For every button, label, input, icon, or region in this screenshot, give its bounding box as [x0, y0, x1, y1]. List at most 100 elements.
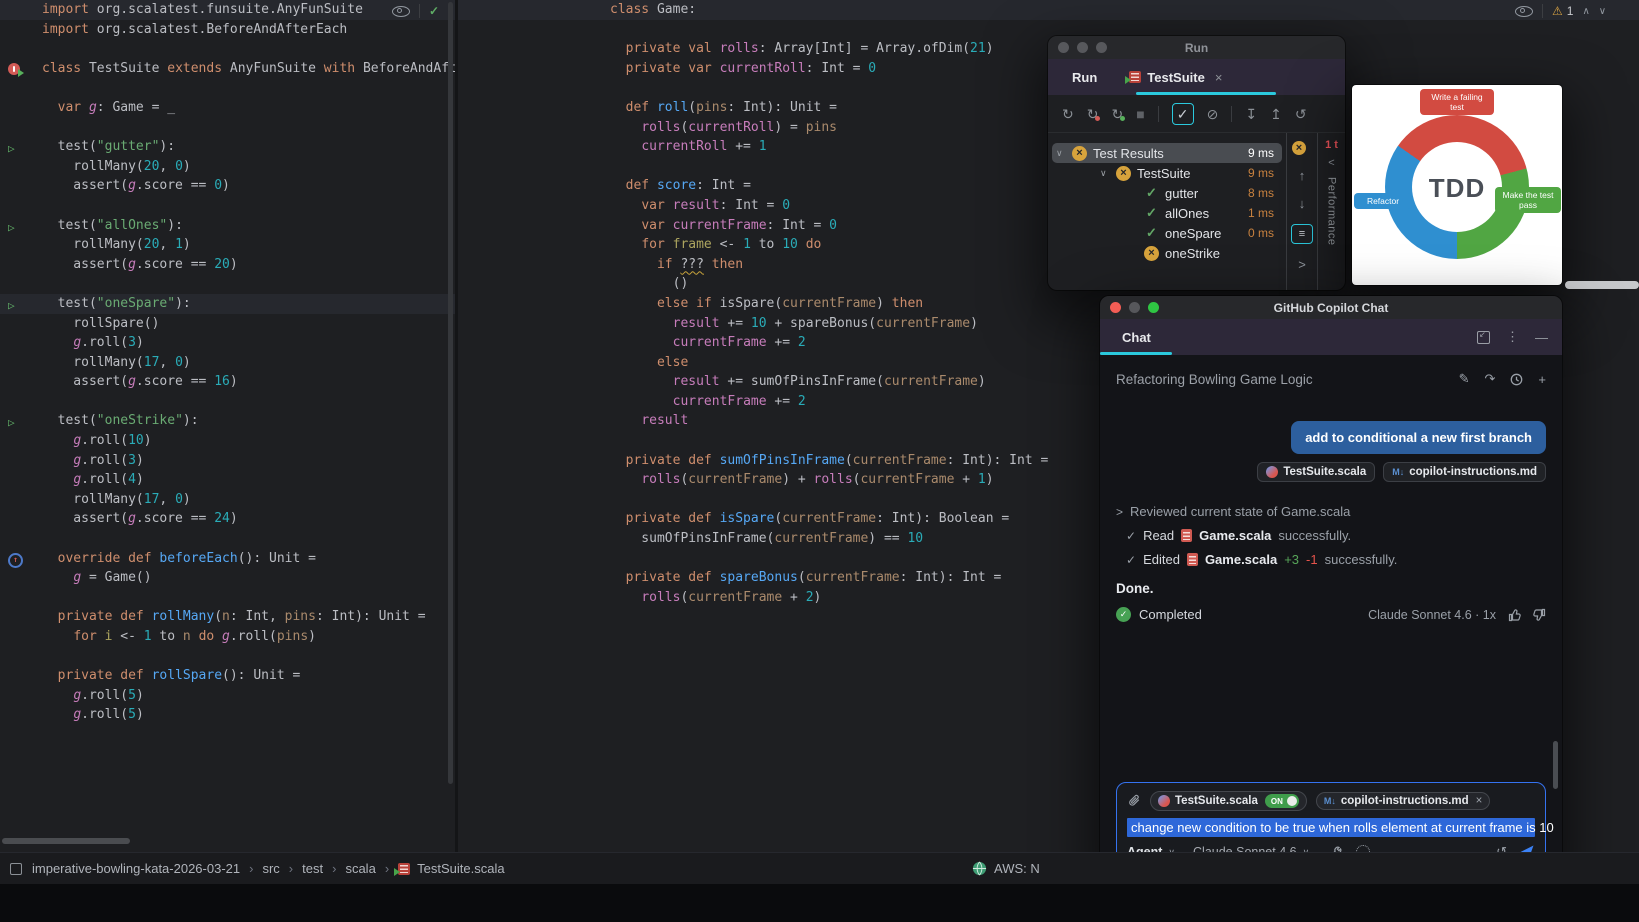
run-window-titlebar[interactable]: Run [1048, 36, 1345, 59]
show-ignored-toggle[interactable]: ⊘ [1207, 107, 1219, 121]
test-tree-row[interactable]: ✓ oneSpare 0 ms [1052, 223, 1282, 243]
next-failed-test-button[interactable]: ↓ [1299, 196, 1306, 211]
editor-testsuite[interactable]: import org.scalatest.funsuite.AnyFunSuit… [0, 0, 455, 852]
import-results-button[interactable]: ↥ [1270, 107, 1282, 121]
history-icon[interactable] [1510, 373, 1523, 386]
test-tree-row[interactable]: × oneStrike [1052, 243, 1282, 263]
close-tab-icon[interactable]: × [1215, 70, 1223, 85]
breadcrumb-test[interactable]: test [302, 861, 323, 876]
thumbs-down-icon[interactable] [1532, 608, 1546, 622]
copilot-icon [1158, 795, 1170, 807]
breadcrumb-scala[interactable]: scala [345, 861, 375, 876]
globe-icon[interactable] [972, 861, 987, 876]
edit-thread-icon[interactable]: ✎ [1459, 371, 1470, 387]
code-line: rollMany(20, 1) [42, 237, 191, 253]
step-reviewed[interactable]: > Reviewed current state of Game.scala [1116, 504, 1546, 519]
collapse-icon[interactable]: < [1328, 157, 1334, 169]
chat-scrollbar[interactable] [1553, 741, 1558, 789]
step-file[interactable]: Game.scala [1199, 528, 1271, 543]
toggle-auto-test-button[interactable]: ↻ [1111, 107, 1125, 121]
aws-status-label[interactable]: AWS: N [994, 861, 1040, 876]
zoom-window-button[interactable] [1096, 42, 1107, 53]
test-tree-row[interactable]: ✓ gutter 8 ms [1052, 183, 1282, 203]
failed-count-badge: 1 t [1325, 139, 1338, 151]
test-tree-row[interactable]: ∨ × Test Results 9 ms [1052, 143, 1282, 163]
context-chip-testsuite[interactable]: TestSuite.scala ON [1150, 791, 1307, 811]
minimize-window-button[interactable] [1129, 302, 1140, 313]
thumbs-up-icon[interactable] [1508, 608, 1522, 622]
minimize-window-button[interactable] [1077, 42, 1088, 53]
active-tab-underline [1100, 352, 1172, 355]
warning-icon[interactable]: ⚠ [1552, 4, 1563, 18]
code-line: var g: Game = _ [57, 99, 176, 115]
warning-count: 1 [1566, 4, 1574, 18]
scalatest-icon [394, 862, 411, 876]
step-file[interactable]: Game.scala [1205, 552, 1277, 567]
clock-icon [1511, 373, 1523, 385]
highlight-level-eye-icon[interactable] [1515, 5, 1533, 17]
breadcrumb-src[interactable]: src [262, 861, 279, 876]
close-window-button[interactable] [1110, 302, 1121, 313]
rerun-failed-button[interactable]: ↻ [1087, 107, 1101, 121]
previous-failed-test-button[interactable]: ↑ [1299, 168, 1306, 183]
code-line: assert(g.score == 0) [42, 178, 230, 194]
new-chat-icon[interactable]: + [1538, 372, 1546, 387]
remove-chip-icon[interactable]: × [1476, 795, 1483, 807]
context-chip-instructions[interactable]: M↓ copilot-instructions.md × [1315, 792, 1491, 810]
attachment-chip-testsuite[interactable]: TestSuite.scala [1257, 462, 1376, 482]
test-history-button[interactable]: ↺ [1295, 107, 1307, 121]
context-on-toggle[interactable]: ON [1264, 794, 1299, 808]
attachment-label: TestSuite.scala [1283, 466, 1367, 478]
left-editor-vertical-scrollbar[interactable] [448, 2, 453, 784]
stop-button[interactable]: ■ [1136, 107, 1144, 121]
chat-window-titlebar[interactable]: GitHub Copilot Chat [1100, 296, 1562, 319]
left-editor-horizontal-scrollbar[interactable] [2, 838, 130, 844]
sort-button[interactable]: ↧ [1245, 107, 1257, 121]
project-window-icon[interactable] [10, 862, 22, 875]
tab-testsuite[interactable]: TestSuite × [1125, 70, 1223, 85]
code-line: g.roll(5) [73, 707, 144, 723]
message-attachments: TestSuite.scala M↓ copilot-instructions.… [1100, 462, 1562, 482]
ide-screen: import org.scalatest.funsuite.AnyFunSuit… [0, 0, 1639, 922]
override-method-icon[interactable]: ↑ [8, 552, 23, 568]
minimize-panel-icon[interactable]: — [1535, 330, 1548, 345]
share-icon[interactable]: ↷ [1485, 371, 1496, 387]
image-window-scrollbar[interactable] [1565, 281, 1639, 289]
toolbar-divider [1157, 105, 1159, 122]
zoom-window-button[interactable] [1148, 302, 1159, 313]
diff-removed: -1 [1306, 552, 1318, 567]
soft-wrap-toggle[interactable]: ≡ [1291, 224, 1313, 244]
breadcrumb-file[interactable]: TestSuite.scala [417, 861, 504, 876]
feedback-buttons [1508, 608, 1546, 622]
user-message-bubble: add to conditional a new first branch [1291, 421, 1546, 454]
highlight-level-eye-icon[interactable] [392, 5, 410, 17]
prev-problem-button[interactable]: ∧ [1582, 6, 1589, 17]
run-side-toolbar: × ↑ ↓ ≡ > [1286, 133, 1317, 290]
no-problems-check-icon[interactable]: ✓ [429, 4, 439, 18]
show-passed-toggle[interactable]: ✓ [1171, 102, 1194, 125]
run-right-strip: 1 t < Performance [1317, 133, 1345, 290]
open-in-editor-icon[interactable] [1477, 330, 1490, 344]
expand-output-button[interactable]: > [1298, 257, 1306, 272]
next-problem-button[interactable]: ∨ [1599, 6, 1606, 17]
code-line: rollMany(20, 0) [42, 158, 191, 174]
check-icon: ✓ [1126, 528, 1137, 543]
close-window-button[interactable] [1058, 42, 1069, 53]
test-tree-row[interactable]: ∨ × TestSuite 9 ms [1052, 163, 1282, 183]
prompt-text-selected[interactable]: change new condition to be true when rol… [1127, 818, 1554, 837]
more-options-icon[interactable]: ⋮ [1506, 329, 1519, 345]
run-class-failed-icon[interactable] [8, 62, 24, 77]
attachment-chip-instructions[interactable]: M↓ copilot-instructions.md [1383, 462, 1546, 482]
code-line: assert(g.score == 20) [42, 256, 238, 272]
test-tree-row[interactable]: ✓ allOnes 1 ms [1052, 203, 1282, 223]
tab-chat[interactable]: Chat [1122, 330, 1151, 345]
attach-file-icon[interactable] [1127, 794, 1141, 808]
breadcrumb-project[interactable]: imperative-bowling-kata-2026-03-21 [32, 861, 240, 876]
tab-performance[interactable]: Performance [1326, 177, 1338, 245]
agent-steps: > Reviewed current state of Game.scala ✓… [1100, 504, 1562, 567]
code-line: g.roll(3) [73, 452, 144, 468]
chevron-right-icon[interactable]: > [1116, 505, 1123, 519]
rerun-button[interactable]: ↻ [1062, 107, 1074, 121]
